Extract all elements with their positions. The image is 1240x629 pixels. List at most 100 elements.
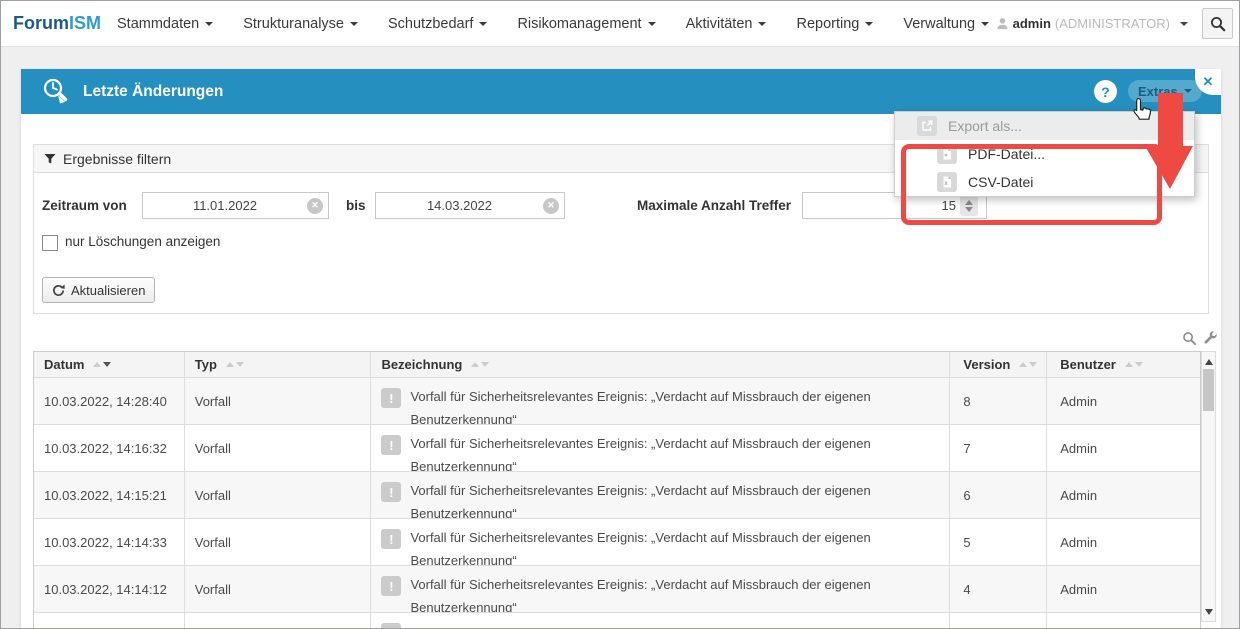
triangle-up-icon [1205,355,1213,365]
wrench-icon[interactable] [1203,331,1218,346]
panel-header: Letzte Änderungen ? Extras ✕ [21,69,1221,114]
max-treffer-value[interactable]: 15 [942,198,956,213]
cell-benutzer: Admin [1047,519,1200,565]
table-row[interactable]: 10.03.2022, 14:14:12 Vorfall ! Vorfall f… [34,566,1200,613]
table-row[interactable]: 10.03.2022, 14:16:32 Vorfall ! Vorfall f… [34,425,1200,472]
export-icon [917,116,937,136]
alert-icon: ! [381,576,401,596]
cell-bezeichnung: ! [371,613,950,629]
nav-item-risikomanagement[interactable]: Risikomanagement [517,16,655,32]
table-header-row: Datum Typ Bezeichnung Version Benutzer [34,352,1200,378]
max-treffer-label: Maximale Anzahl Treffer [637,198,791,213]
col-header-datum[interactable]: Datum [34,352,185,377]
table-row[interactable]: 10.03.2022, 14:15:21 Vorfall ! Vorfall f… [34,472,1200,519]
bezeichnung-text: Vorfall für Sicherheitsrelevantes Ereign… [410,574,915,612]
main-menu: Stammdaten Strukturanalyse Schutzbedarf … [117,16,989,32]
results-table: Datum Typ Bezeichnung Version Benutzer 1… [33,351,1201,629]
cell-typ: Vorfall [185,566,372,612]
extras-dropdown-menu: Export als... PDF-Datei... CSV-Datei [894,111,1195,197]
aktualisieren-label: Aktualisieren [71,283,145,298]
scrollbar-thumb[interactable] [1203,369,1214,411]
clock-pencil-icon [41,77,71,107]
cell-benutzer: Admin [1047,378,1200,424]
page: ForumISM Stammdaten Strukturanalyse Schu… [0,0,1240,629]
bezeichnung-text: Vorfall für Sicherheitsrelevantes Ereign… [410,480,915,518]
cell-bezeichnung: ! Vorfall für Sicherheitsrelevantes Erei… [371,425,950,471]
extras-button[interactable]: Extras [1128,80,1202,102]
logo[interactable]: ForumISM [13,13,101,34]
chevron-down-icon [479,22,487,30]
cell-version: 8 [950,378,1047,424]
col-header-benutzer[interactable]: Benutzer [1047,352,1200,377]
menu-item-csv-datei[interactable]: CSV-Datei [895,168,1194,196]
chevron-down-icon [758,22,766,30]
nav-item-label: Strukturanalyse [243,16,344,32]
date-from-input[interactable] [143,197,307,214]
nav-item-aktivitaeten[interactable]: Aktivitäten [686,16,767,32]
user-menu[interactable]: admin (ADMINISTRATOR) [996,16,1188,31]
nav-item-reporting[interactable]: Reporting [796,16,873,32]
logo-ism: ISM [69,13,101,33]
alert-icon: ! [381,623,401,629]
cell-datum: 10.03.2022, 14:28:40 [34,378,185,424]
cell-benutzer: Admin [1047,425,1200,471]
nav-item-label: Verwaltung [903,16,975,32]
scroll-down-arrow[interactable] [1202,606,1215,621]
cell-typ: Vorfall [185,519,372,565]
table-toolbar [1182,331,1218,346]
user-name: admin [1013,16,1051,31]
date-to-input[interactable] [376,197,543,214]
pdf-file-icon [937,144,957,164]
sort-icons [93,360,111,369]
cell-typ [185,613,372,629]
refresh-icon [52,284,65,297]
nav-item-label: Reporting [796,16,859,32]
cell-typ: Vorfall [185,378,372,424]
clear-icon[interactable]: ✕ [543,198,559,214]
user-icon [996,17,1009,30]
bezeichnung-text: Vorfall für Sicherheitsrelevantes Ereign… [410,527,915,565]
search-button[interactable] [1202,8,1233,39]
nav-item-verwaltung[interactable]: Verwaltung [903,16,989,32]
table-row[interactable]: 10.03.2022, 14:14:33 Vorfall ! Vorfall f… [34,519,1200,566]
extras-label: Extras [1138,84,1178,99]
filter-icon [44,153,56,165]
col-header-typ[interactable]: Typ [185,352,372,377]
filter-title: Ergebnisse filtern [63,151,171,167]
col-header-version[interactable]: Version [950,352,1047,377]
nav-item-stammdaten[interactable]: Stammdaten [117,16,213,32]
menu-item-label: CSV-Datei [968,174,1033,190]
bezeichnung-text: Vorfall für Sicherheitsrelevantes Ereign… [410,433,915,471]
number-stepper[interactable] [960,195,978,216]
menu-item-pdf-datei[interactable]: PDF-Datei... [895,140,1194,168]
sort-icons [1019,360,1037,369]
cell-typ: Vorfall [185,425,372,471]
loeschungen-checkbox[interactable] [42,235,58,251]
col-header-bezeichnung[interactable]: Bezeichnung [371,352,950,377]
nav-item-schutzbedarf[interactable]: Schutzbedarf [388,16,487,32]
stepper-down-icon [965,207,973,216]
logo-forum: Forum [13,13,69,33]
menu-item-export-als[interactable]: Export als... [895,112,1194,140]
cell-version [950,613,1047,629]
cell-datum: 10.03.2022, 14:16:32 [34,425,185,471]
table-scrollbar[interactable] [1201,351,1216,622]
date-from-field: ✕ [142,192,329,219]
alert-icon: ! [381,388,401,408]
table-row[interactable]: 10.03.2022, 14:28:40 Vorfall ! Vorfall f… [34,378,1200,425]
aktualisieren-button[interactable]: Aktualisieren [42,277,155,303]
table-search-icon[interactable] [1182,331,1197,346]
alert-icon: ! [381,435,401,455]
date-to-label: bis [346,198,366,213]
clear-icon[interactable]: ✕ [307,198,323,214]
scroll-up-arrow[interactable] [1202,352,1215,367]
bezeichnung-text: Vorfall für Sicherheitsrelevantes Ereign… [410,386,915,424]
cell-bezeichnung: ! Vorfall für Sicherheitsrelevantes Erei… [371,519,950,565]
cell-version: 7 [950,425,1047,471]
nav-item-strukturanalyse[interactable]: Strukturanalyse [243,16,358,32]
cell-benutzer [1047,613,1200,629]
table-row[interactable]: ! [34,613,1200,629]
cell-benutzer: Admin [1047,566,1200,612]
help-button[interactable]: ? [1094,80,1117,103]
user-role: (ADMINISTRATOR) [1055,16,1170,31]
